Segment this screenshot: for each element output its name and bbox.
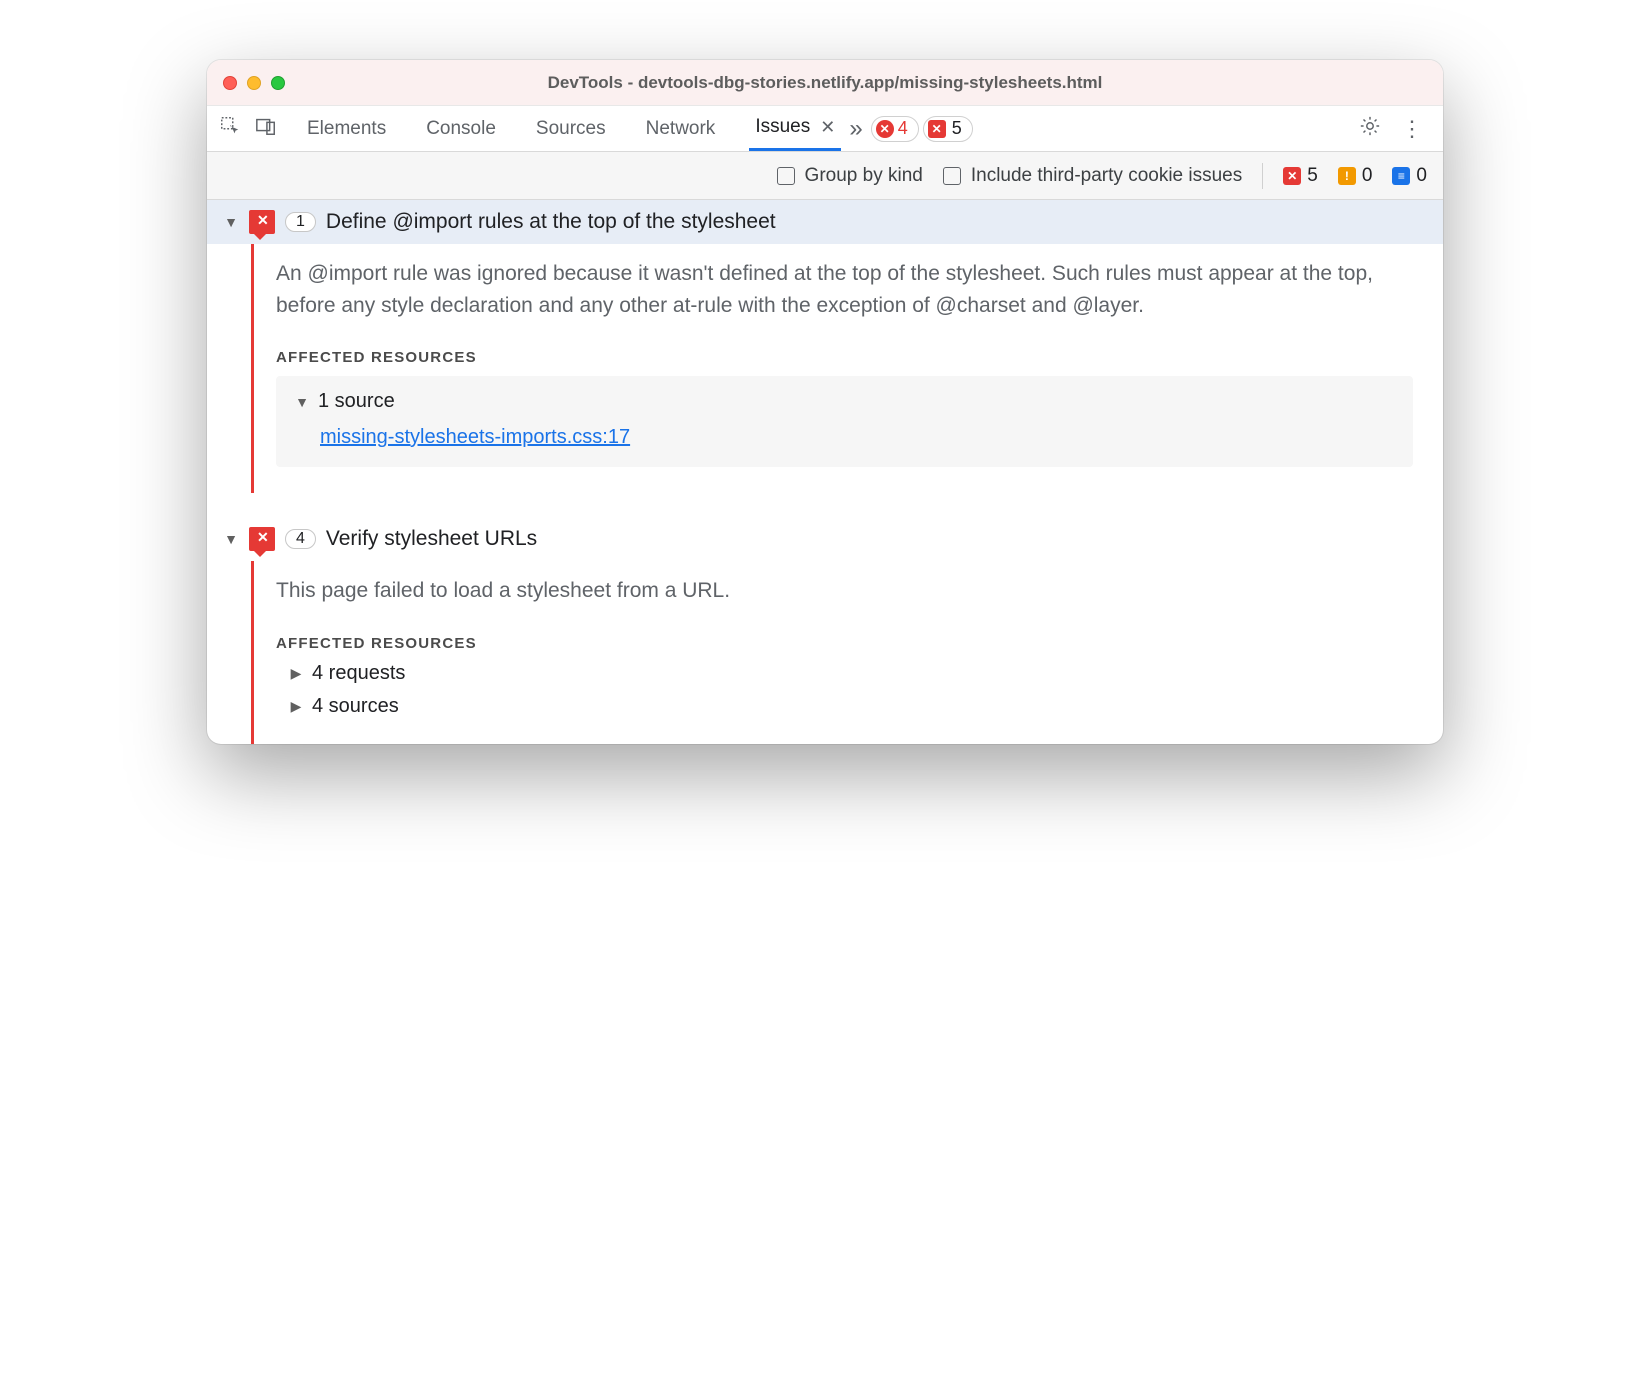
source-link[interactable]: missing-stylesheets-imports.css:17	[320, 426, 630, 448]
expand-toggle-icon[interactable]: ▼	[223, 531, 239, 547]
summary-text: 4 sources	[312, 695, 399, 718]
tab-issues[interactable]: Issues ✕	[749, 106, 841, 151]
checkbox-label: Group by kind	[805, 165, 923, 187]
affected-source-summary[interactable]: ▼ 1 source	[294, 390, 1395, 413]
issue-count-value: 5	[952, 118, 962, 139]
checkbox-box	[943, 167, 961, 185]
devtools-window: DevTools - devtools-dbg-stories.netlify.…	[207, 60, 1443, 744]
count-value: 5	[1307, 165, 1318, 187]
expand-toggle-icon[interactable]: ▼	[223, 214, 239, 230]
affected-resources-label: AFFECTED RESOURCES	[276, 635, 1413, 652]
close-window-button[interactable]	[223, 76, 237, 90]
issues-filter-bar: Group by kind Include third-party cookie…	[207, 152, 1443, 200]
window-controls	[223, 76, 285, 90]
error-count[interactable]: ✕ 5	[1283, 165, 1318, 187]
issue-title: Define @import rules at the top of the s…	[326, 210, 776, 234]
issue-square-icon: ✕	[928, 120, 946, 138]
count-value: 0	[1362, 165, 1373, 187]
issue-header[interactable]: ▼ ✕ 4 Verify stylesheet URLs	[207, 517, 1443, 561]
expand-toggle-icon[interactable]: ▶	[288, 665, 304, 682]
summary-text: 4 requests	[312, 662, 405, 685]
affected-resources-box: ▼ 1 source missing-stylesheets-imports.c…	[276, 376, 1413, 467]
divider	[1262, 163, 1263, 189]
affected-resources-label: AFFECTED RESOURCES	[276, 349, 1413, 366]
tab-label: Issues	[755, 116, 810, 138]
more-tabs-icon[interactable]: »	[845, 115, 866, 143]
summary-text: 1 source	[318, 390, 395, 413]
issues-count-badge[interactable]: ✕ 5	[923, 116, 973, 142]
count-value: 0	[1416, 165, 1427, 187]
info-square-icon: ≡	[1392, 167, 1410, 185]
affected-source-link[interactable]: missing-stylesheets-imports.css:17	[320, 425, 1395, 449]
info-count[interactable]: ≡ 0	[1392, 165, 1427, 187]
tab-elements[interactable]: Elements	[301, 106, 392, 151]
expand-toggle-icon[interactable]: ▶	[288, 698, 304, 715]
tab-label: Elements	[307, 118, 386, 140]
checkbox-label: Include third-party cookie issues	[971, 165, 1242, 187]
window-title: DevTools - devtools-dbg-stories.netlify.…	[207, 73, 1443, 93]
settings-gear-icon[interactable]	[1351, 115, 1389, 143]
error-flag-icon: ✕	[249, 210, 275, 234]
tab-network[interactable]: Network	[640, 106, 722, 151]
error-circle-icon: ✕	[876, 120, 894, 138]
affected-requests-summary[interactable]: ▶ 4 requests	[276, 662, 1413, 685]
console-error-count[interactable]: ✕ 4	[871, 116, 919, 142]
close-tab-icon[interactable]: ✕	[820, 117, 835, 138]
include-third-party-checkbox[interactable]: Include third-party cookie issues	[943, 165, 1242, 187]
tab-strip: Elements Console Sources Network Issues …	[207, 106, 1443, 152]
kebab-menu-icon[interactable]: ⋮	[1393, 116, 1431, 142]
issue-title: Verify stylesheet URLs	[326, 527, 537, 551]
toggle-device-toolbar-icon[interactable]	[255, 115, 277, 143]
issue-body: This page failed to load a stylesheet fr…	[251, 561, 1443, 744]
inspect-element-icon[interactable]	[219, 115, 241, 143]
error-flag-icon: ✕	[249, 527, 275, 551]
issue-occurrence-count: 4	[285, 529, 316, 549]
tab-label: Network	[646, 118, 716, 140]
tab-label: Console	[426, 118, 496, 140]
checkbox-box	[777, 167, 795, 185]
issue-header[interactable]: ▼ ✕ 1 Define @import rules at the top of…	[207, 200, 1443, 244]
issue-description: An @import rule was ignored because it w…	[276, 258, 1413, 321]
tab-sources[interactable]: Sources	[530, 106, 612, 151]
issue-body: An @import rule was ignored because it w…	[251, 244, 1443, 493]
minimize-window-button[interactable]	[247, 76, 261, 90]
issue-description: This page failed to load a stylesheet fr…	[276, 575, 1413, 607]
title-bar: DevTools - devtools-dbg-stories.netlify.…	[207, 60, 1443, 106]
issue-occurrence-count: 1	[285, 212, 316, 232]
maximize-window-button[interactable]	[271, 76, 285, 90]
tab-label: Sources	[536, 118, 606, 140]
affected-sources-summary[interactable]: ▶ 4 sources	[276, 695, 1413, 718]
error-square-icon: ✕	[1283, 167, 1301, 185]
warning-count[interactable]: ! 0	[1338, 165, 1373, 187]
warning-square-icon: !	[1338, 167, 1356, 185]
expand-toggle-icon[interactable]: ▼	[294, 394, 310, 410]
group-by-kind-checkbox[interactable]: Group by kind	[777, 165, 923, 187]
error-count-value: 4	[898, 118, 908, 139]
tab-console[interactable]: Console	[420, 106, 502, 151]
